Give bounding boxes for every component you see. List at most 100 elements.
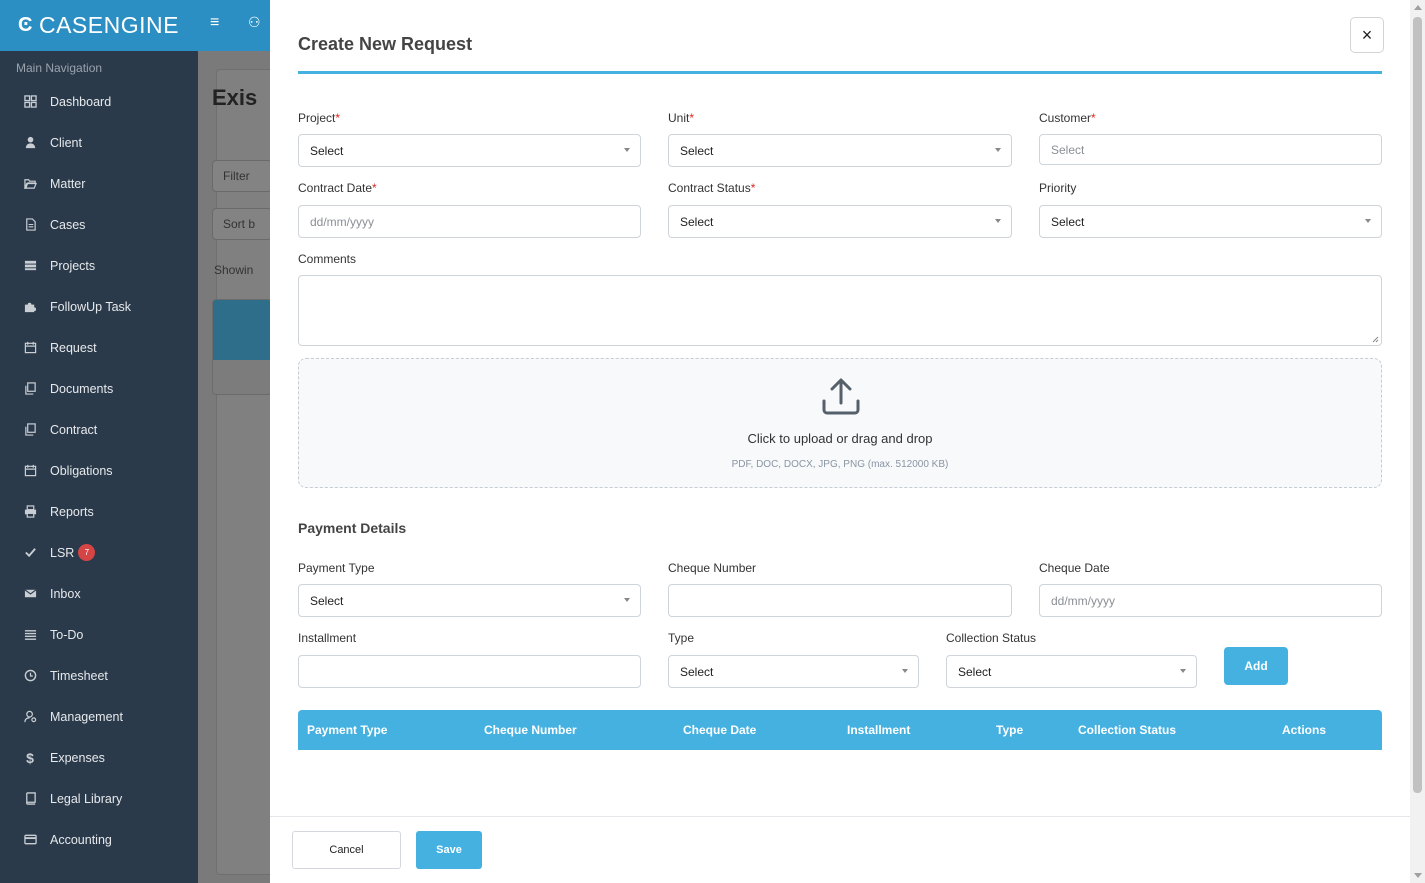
copy-icon: [22, 381, 38, 397]
chevron-down-icon: [624, 148, 630, 152]
sidebar-item-timesheet[interactable]: Timesheet: [0, 655, 198, 696]
sidebar-item-label: Obligations: [50, 463, 113, 478]
sidebar-item-cases[interactable]: Cases: [0, 204, 198, 245]
scroll-down-arrow-icon[interactable]: [1414, 873, 1422, 878]
contract-status-select[interactable]: Select: [668, 205, 1012, 238]
file-upload-dropzone[interactable]: Click to upload or drag and drop PDF, DO…: [298, 358, 1382, 488]
sidebar-item-obligations[interactable]: Obligations: [0, 450, 198, 491]
cheque-date-input[interactable]: dd/mm/yyyy: [1039, 584, 1382, 617]
background-filter: Filter: [212, 160, 272, 192]
column-header: Cheque Date: [683, 723, 757, 737]
background-showing-text: Showin: [214, 263, 254, 277]
sidebar-item-documents[interactable]: Documents: [0, 368, 198, 409]
sidebar-item-legal-library[interactable]: Legal Library: [0, 778, 198, 819]
sidebar-item-label: FollowUp Task: [50, 299, 132, 314]
footer-divider: [270, 816, 1410, 817]
calendar-icon: [22, 463, 38, 479]
folder-open-icon: [22, 176, 38, 192]
sidebar-item-reports[interactable]: Reports: [0, 491, 198, 532]
notification-badge: 7: [78, 544, 96, 561]
contract-date-input[interactable]: dd/mm/yyyy: [298, 205, 641, 238]
sidebar-item-label: Cases: [50, 217, 86, 232]
sidebar-item-label: To-Do: [50, 627, 84, 642]
cheque-number-label: Cheque Number: [668, 561, 757, 575]
priority-select[interactable]: Select: [1039, 205, 1382, 238]
sidebar-item-inbox[interactable]: Inbox: [0, 573, 198, 614]
save-button[interactable]: Save: [416, 831, 482, 869]
type-select[interactable]: Select: [668, 655, 919, 688]
sidebar-item-label: Accounting: [50, 832, 112, 847]
nav-heading: Main Navigation: [16, 61, 103, 75]
sidebar-item-followup-task[interactable]: FollowUp Task: [0, 286, 198, 327]
sidebar-item-label: Inbox: [50, 586, 81, 601]
resize-grip-icon[interactable]: [1371, 335, 1379, 343]
chevron-down-icon: [1180, 669, 1186, 673]
chevron-down-icon: [624, 598, 630, 602]
sidebar-item-projects[interactable]: Projects: [0, 245, 198, 286]
add-payment-button[interactable]: Add: [1224, 647, 1288, 685]
sidebar-item-label: Management: [50, 709, 123, 724]
sidebar-item-expenses[interactable]: $ Expenses: [0, 737, 198, 778]
cancel-button[interactable]: Cancel: [292, 831, 401, 869]
upload-file-types: PDF, DOC, DOCX, JPG, PNG (max. 512000 KB…: [731, 459, 949, 470]
background-page: Exis Filter Sort b Showin: [198, 51, 276, 883]
sidebar-item-management[interactable]: Management: [0, 696, 198, 737]
comments-textarea[interactable]: [298, 275, 1382, 346]
unit-label: Unit*: [668, 111, 695, 125]
sidebar-item-label: Projects: [50, 258, 96, 273]
user-gear-icon: [22, 709, 38, 725]
puzzle-icon: [22, 299, 38, 315]
calendar-icon: [22, 340, 38, 356]
sidebar-item-request[interactable]: Request: [0, 327, 198, 368]
envelope-icon: [22, 586, 38, 602]
sidebar-item-label: Matter: [50, 176, 86, 191]
book-icon: [22, 791, 38, 807]
user-icon: [22, 135, 38, 151]
sidebar-item-label: Request: [50, 340, 97, 355]
scroll-up-arrow-icon[interactable]: [1414, 5, 1422, 10]
check-icon: [22, 545, 38, 561]
sidebar-item-lsr[interactable]: LSR 7: [0, 532, 198, 573]
payment-type-select[interactable]: Select: [298, 584, 641, 617]
background-sort: Sort b: [212, 208, 272, 240]
sidebar-item-client[interactable]: Client: [0, 122, 198, 163]
sidebar-item-label: Client: [50, 135, 82, 150]
customer-label: Customer*: [1039, 111, 1096, 125]
priority-label: Priority: [1039, 181, 1077, 195]
installment-input[interactable]: [298, 655, 641, 688]
chevron-down-icon: [902, 669, 908, 673]
create-request-modal: Create New Request × Project* Select Uni…: [270, 0, 1410, 883]
scrollbar-thumb[interactable]: [1413, 17, 1422, 793]
sidebar-item-accounting[interactable]: Accounting: [0, 819, 198, 860]
unit-select[interactable]: Select: [668, 134, 1012, 167]
copy-icon: [22, 422, 38, 438]
brand-name: CASENGINE: [38, 12, 179, 38]
contract-date-label: Contract Date*: [298, 181, 377, 195]
close-button[interactable]: ×: [1350, 17, 1384, 53]
sidebar-item-dashboard[interactable]: Dashboard: [0, 81, 198, 122]
collection-status-select[interactable]: Select: [946, 655, 1197, 688]
sidebar-item-label: LSR: [50, 545, 75, 560]
project-label: Project*: [298, 111, 341, 125]
customer-input[interactable]: Select: [1039, 134, 1382, 165]
sidebar-item-to-do[interactable]: To-Do: [0, 614, 198, 655]
scrollbar[interactable]: [1410, 0, 1425, 883]
stack-icon: [22, 258, 38, 274]
sidebar-item-label: Expenses: [50, 750, 105, 765]
modal-title: Create New Request: [298, 34, 473, 54]
column-header: Collection Status: [1078, 723, 1177, 737]
background-record-card: [212, 299, 272, 395]
hamburger-menu-icon[interactable]: ≡: [210, 14, 219, 32]
brand-logo[interactable]: Ͼ CASENGINE: [0, 0, 198, 51]
project-select[interactable]: Select: [298, 134, 641, 167]
title-divider: [298, 71, 1382, 74]
file-icon: [22, 217, 38, 233]
sidebar-item-contract[interactable]: Contract: [0, 409, 198, 450]
printer-icon: [22, 504, 38, 520]
upload-instructions: Click to upload or drag and drop: [747, 431, 933, 446]
cheque-number-input[interactable]: [668, 584, 1012, 617]
sidebar-item-matter[interactable]: Matter: [0, 163, 198, 204]
user-profile-icon[interactable]: ⚇: [248, 14, 261, 31]
column-header: Actions: [1282, 723, 1327, 737]
top-bar: ≡ ⚇: [198, 0, 270, 51]
